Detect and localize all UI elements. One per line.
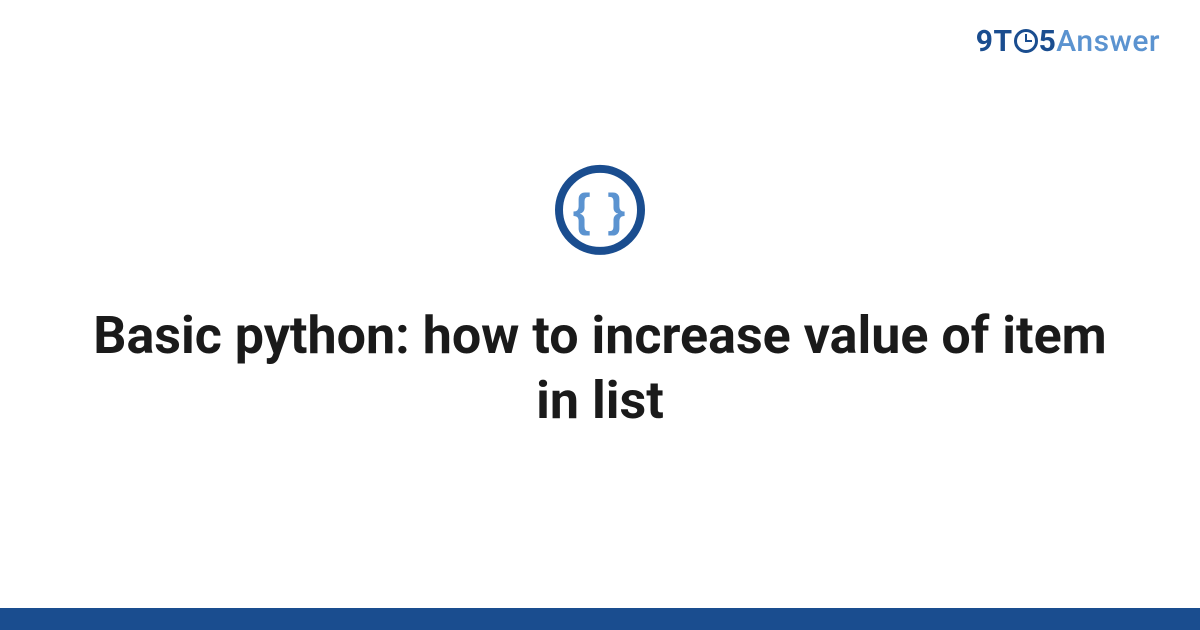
main-content: { } Basic python: how to increase value … [0,165,1200,433]
site-logo[interactable]: 9T5Answer [976,24,1160,59]
footer-bar [0,608,1200,630]
code-braces-icon: { } [555,165,645,255]
clock-icon [1014,29,1038,53]
braces-glyph: { } [573,187,628,233]
logo-nine: 9 [976,24,994,59]
logo-answer: Answer [1056,24,1160,59]
logo-five: 5 [1039,24,1057,59]
logo-t: T [993,24,1012,59]
page-title: Basic python: how to increase value of i… [80,303,1120,433]
